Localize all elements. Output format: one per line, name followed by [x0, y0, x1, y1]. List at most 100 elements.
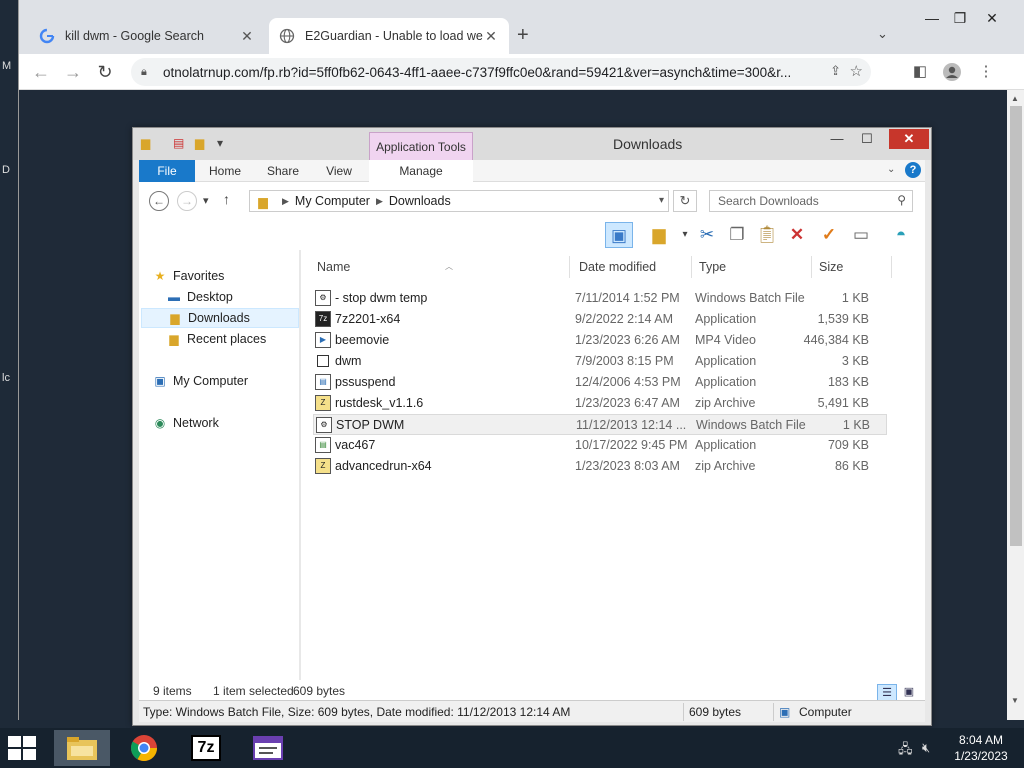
customize-toolbar-icon[interactable]: ▾: [217, 136, 223, 150]
rename-icon[interactable]: ▭: [847, 222, 875, 248]
new-tab-button[interactable]: +: [517, 24, 529, 47]
nav-desktop[interactable]: ▬ Desktop: [165, 287, 297, 307]
minimize-icon[interactable]: —: [917, 10, 947, 26]
maximize-icon[interactable]: ☐: [853, 131, 881, 151]
up-arrow-icon[interactable]: ↑: [223, 191, 230, 207]
new-folder-icon[interactable]: ▆: [195, 136, 204, 150]
column-divider[interactable]: [691, 256, 692, 278]
zip-archive-icon: Z: [315, 395, 331, 411]
properties-icon[interactable]: ▤: [173, 136, 184, 150]
forward-arrow-icon[interactable]: →: [177, 191, 197, 211]
file-size: 1 KB: [841, 291, 869, 305]
close-icon[interactable]: ✕: [239, 28, 255, 45]
status-bar: 9 items 1 item selected 609 bytes ☰ ▣: [139, 680, 925, 702]
bookmark-star-icon[interactable]: ☆: [850, 62, 863, 80]
file-date: 11/12/2013 12:14 ...: [576, 418, 687, 432]
nav-my-computer[interactable]: ▣ My Computer: [151, 371, 309, 391]
url-text[interactable]: otnolatrnup.com/fp.rb?id=5ff0fb62-0643-4…: [163, 65, 833, 80]
tab-manage[interactable]: Manage: [369, 160, 473, 182]
search-input[interactable]: Search Downloads ⚲: [709, 190, 913, 212]
breadcrumb-my-computer[interactable]: My Computer: [295, 194, 370, 208]
address-bar[interactable]: 🔒︎ otnolatrnup.com/fp.rb?id=5ff0fb62-064…: [131, 58, 871, 86]
back-arrow-icon[interactable]: ←: [149, 191, 169, 211]
preview-pane-icon[interactable]: ▣: [605, 222, 633, 248]
system-clock[interactable]: 8:04 AM 1/23/2023: [946, 732, 1016, 764]
reload-icon[interactable]: ↻: [93, 60, 117, 84]
command-bar: ▣ ▆ ▾ ✂ ❐ 📋︎ ✕ ✓ ▭ ◓: [139, 220, 925, 250]
nav-downloads[interactable]: ▆ Downloads: [141, 308, 299, 328]
tab-file[interactable]: File: [139, 160, 195, 182]
windows-start-icon[interactable]: [8, 736, 38, 762]
file-size: 1 KB: [842, 418, 870, 432]
delete-icon[interactable]: ✕: [783, 222, 811, 248]
details-bar: Type: Windows Batch File, Size: 609 byte…: [139, 700, 925, 722]
tab-e2guardian[interactable]: E2Guardian - Unable to load web ✕: [269, 18, 509, 54]
chevron-right-icon[interactable]: ▶: [376, 196, 383, 207]
copy-icon[interactable]: ❐: [723, 222, 751, 248]
nav-network[interactable]: ◉ Network: [151, 413, 309, 433]
chevron-down-icon[interactable]: ⌄: [887, 164, 895, 175]
tab-google-search[interactable]: kill dwm - Google Search ✕: [29, 18, 265, 54]
paste-icon[interactable]: 📋︎: [753, 222, 781, 248]
column-header-name[interactable]: Name ︿: [317, 256, 453, 278]
breadcrumb-downloads[interactable]: Downloads: [389, 194, 451, 208]
column-divider[interactable]: [891, 256, 892, 278]
file-row[interactable]: ▤ pssuspend 12/4/2006 4:53 PM Applicatio…: [313, 372, 887, 393]
tab-share[interactable]: Share: [261, 160, 305, 182]
scrollbar-thumb[interactable]: [1010, 106, 1022, 546]
file-row[interactable]: dwm 7/9/2003 8:15 PM Application 3 KB: [313, 351, 887, 372]
tab-home[interactable]: Home: [203, 160, 247, 182]
close-icon[interactable]: ✕: [977, 10, 1007, 27]
file-explorer-icon[interactable]: [54, 730, 110, 766]
profile-avatar-icon[interactable]: [941, 62, 963, 84]
nav-favorites[interactable]: ★ Favorites: [151, 266, 309, 286]
file-row[interactable]: 7z 7z2201-x64 9/2/2022 2:14 AM Applicati…: [313, 309, 887, 330]
page-scrollbar[interactable]: ▲ ▼: [1007, 90, 1024, 720]
close-icon[interactable]: ✕: [483, 28, 499, 45]
scroll-up-icon[interactable]: ▲: [1011, 94, 1019, 103]
recent-locations-icon[interactable]: ▾: [203, 194, 209, 207]
column-header-type[interactable]: Type: [699, 256, 726, 278]
column-divider[interactable]: [811, 256, 812, 278]
file-row[interactable]: ▤ vac467 10/17/2022 9:45 PM Application …: [313, 435, 887, 456]
file-row[interactable]: ⚙ - stop dwm temp 7/11/2014 1:52 PM Wind…: [313, 288, 887, 309]
scroll-down-icon[interactable]: ▼: [1011, 696, 1019, 705]
network-tray-icon[interactable]: 🖧︎: [898, 740, 913, 762]
file-list: Name ︿ Date modified Type Size ⚙ - stop …: [301, 250, 925, 680]
close-icon[interactable]: ✕: [889, 129, 929, 149]
tab-view[interactable]: View: [317, 160, 361, 182]
column-divider[interactable]: [569, 256, 570, 278]
7zip-icon[interactable]: 7z: [178, 730, 234, 766]
column-header-date[interactable]: Date modified: [579, 256, 656, 278]
chevron-right-icon[interactable]: ▶: [282, 196, 289, 207]
window-app-icon[interactable]: [240, 730, 296, 766]
shell-icon[interactable]: ◓: [887, 222, 915, 248]
nav-recent-places[interactable]: ▆ Recent places: [165, 329, 297, 349]
side-panel-icon[interactable]: ◧: [909, 62, 931, 84]
chevron-down-icon[interactable]: ⌄: [877, 26, 888, 42]
file-row[interactable]: Z rustdesk_v1.1.6 1/23/2023 6:47 AM zip …: [313, 393, 887, 414]
restore-icon[interactable]: ❐: [945, 10, 975, 27]
file-row-selected[interactable]: ⚙ STOP DWM 11/12/2013 12:14 ... Windows …: [313, 414, 887, 435]
file-size: 183 KB: [827, 375, 869, 389]
search-icon[interactable]: ⚲: [897, 193, 906, 207]
minimize-icon[interactable]: —: [823, 131, 851, 151]
clock-date: 1/23/2023: [954, 749, 1008, 763]
file-row[interactable]: ▶ beemovie 1/23/2023 6:26 AM MP4 Video 4…: [313, 330, 887, 351]
cut-icon[interactable]: ✂: [693, 222, 721, 248]
menu-dots-icon[interactable]: ⋮: [975, 62, 997, 84]
file-row[interactable]: Z advancedrun-x64 1/23/2023 8:03 AM zip …: [313, 456, 887, 477]
help-icon[interactable]: ?: [905, 162, 921, 178]
back-arrow-icon[interactable]: ←: [29, 60, 53, 84]
desktop-icon-label: D: [2, 164, 10, 176]
checkmark-icon[interactable]: ✓: [815, 222, 843, 248]
chevron-down-icon[interactable]: ▾: [659, 195, 664, 206]
new-folder-icon[interactable]: ▆: [645, 222, 673, 248]
refresh-icon[interactable]: ↻: [673, 190, 697, 212]
breadcrumb[interactable]: ▆ ▶ My Computer ▶ Downloads ▾: [249, 190, 669, 212]
speaker-muted-icon[interactable]: 🔇︎: [922, 740, 930, 756]
share-icon[interactable]: ⇪: [830, 63, 841, 79]
chrome-icon[interactable]: [116, 730, 172, 766]
forward-arrow-icon[interactable]: →: [61, 60, 85, 84]
column-header-size[interactable]: Size: [819, 256, 843, 278]
